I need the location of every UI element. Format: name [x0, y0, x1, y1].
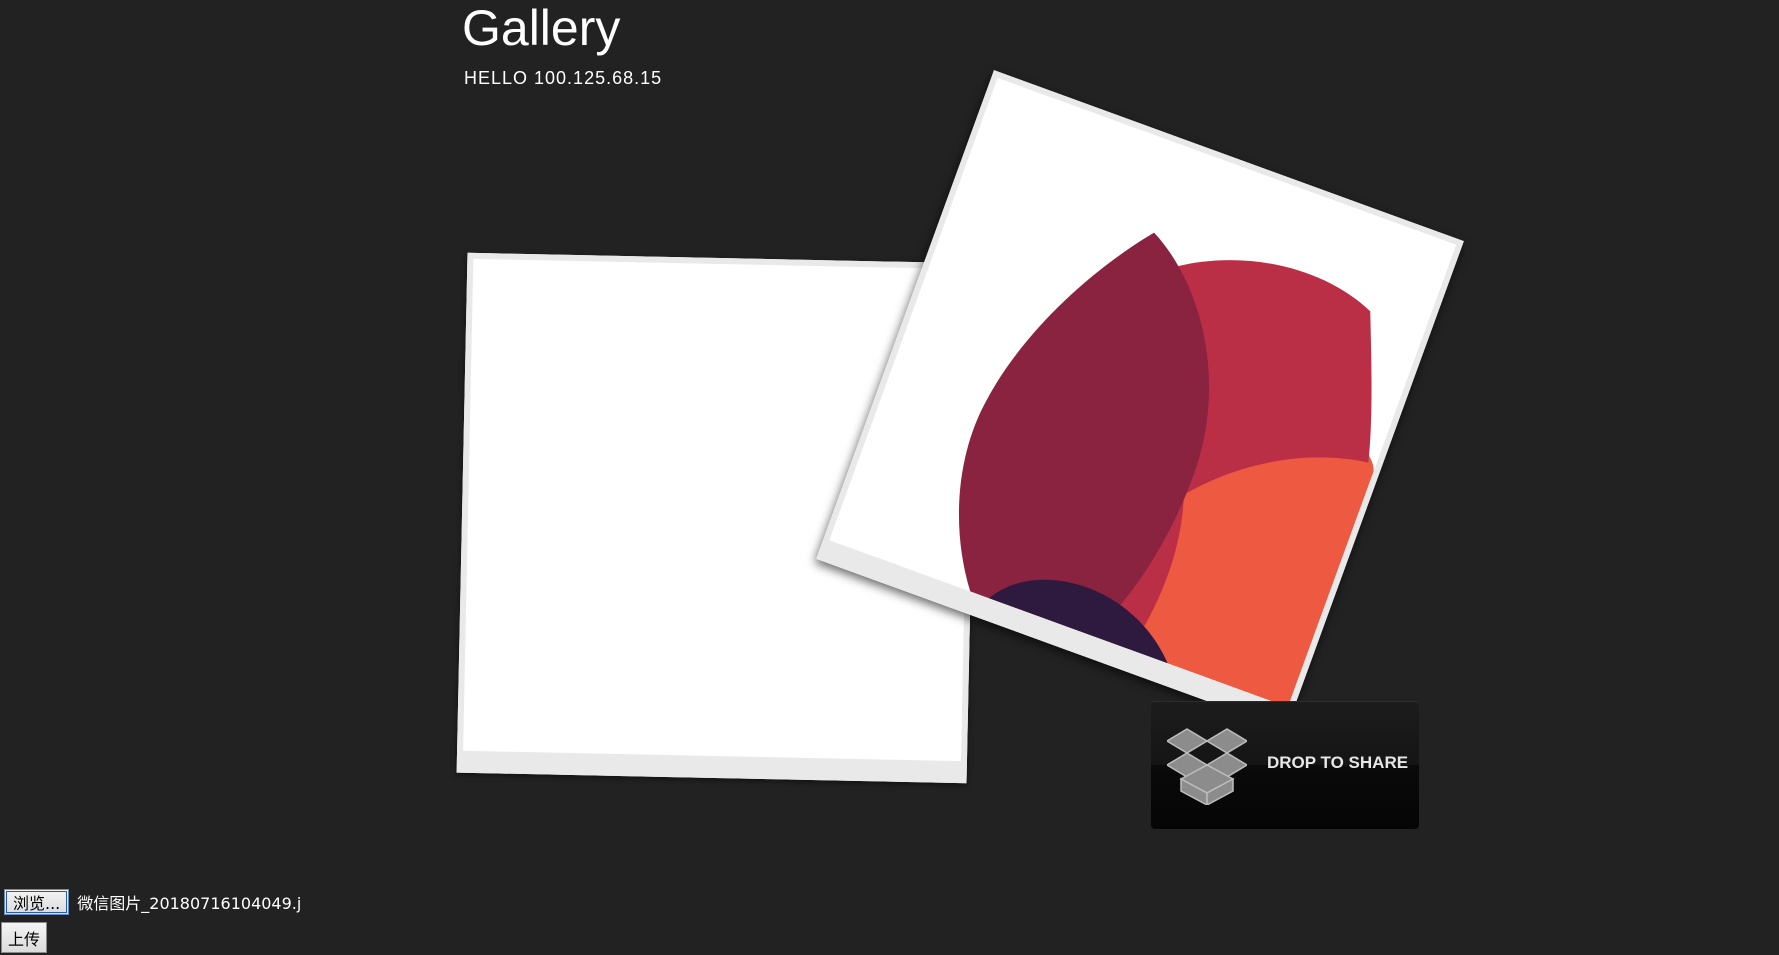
upload-button[interactable]: 上传	[1, 922, 48, 953]
dropbox-icon	[1167, 728, 1247, 805]
greeting-text: HELLO 100.125.68.15	[464, 68, 663, 88]
gallery-page: Gallery HELLO 100.125.68.15 DROP TO SHAR…	[0, 0, 1779, 955]
page-title: Gallery	[462, 0, 621, 56]
file-input-row: 浏览... 微信图片_20180716104049.jpg	[4, 889, 301, 915]
drop-to-share-zone[interactable]: DROP TO SHARE	[1151, 701, 1419, 829]
browse-button[interactable]: 浏览...	[4, 889, 70, 915]
drop-to-share-label: DROP TO SHARE	[1267, 753, 1409, 772]
selected-file-name: 微信图片_20180716104049.jpg	[77, 894, 302, 913]
